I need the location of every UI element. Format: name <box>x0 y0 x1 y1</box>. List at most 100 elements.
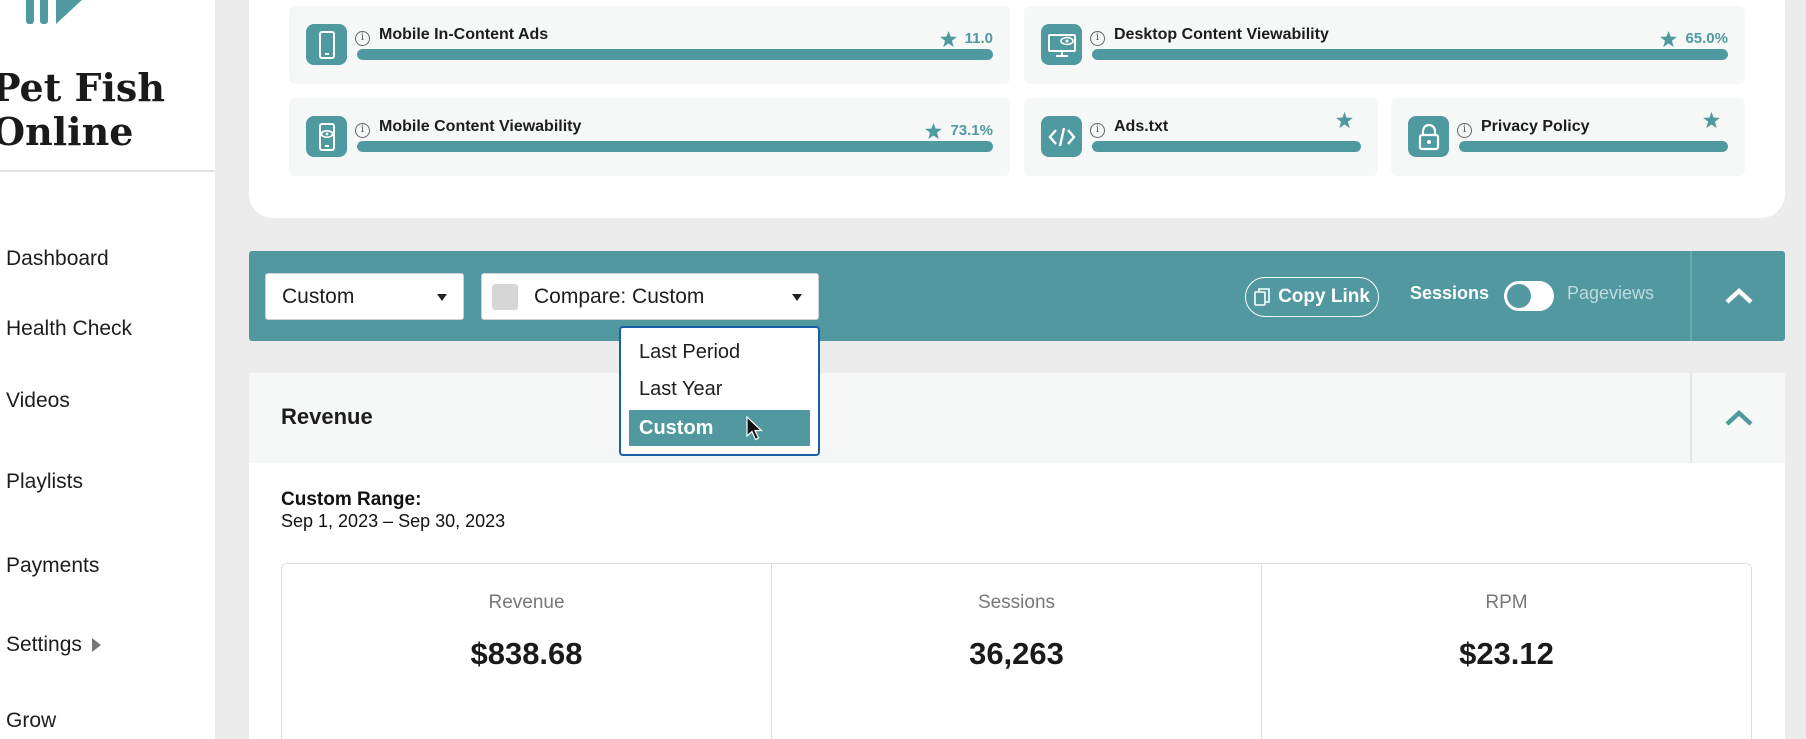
metric-label: Sessions <box>977 592 1056 613</box>
tile-title: Privacy Policy <box>1481 118 1590 135</box>
code-icon <box>1041 116 1082 157</box>
sidebar-item-dashboard[interactable]: Dashboard <box>6 247 109 271</box>
date-range-select[interactable]: Custom <box>265 273 464 320</box>
sidebar-item-playlists[interactable]: Playlists <box>6 470 83 494</box>
metric-rpm: RPM $23.12 <box>1262 564 1751 739</box>
sidebar-item-label: Dashboard <box>6 247 109 270</box>
sidebar-item-grow[interactable]: Grow <box>6 709 56 733</box>
date-range-value: Custom <box>282 284 355 308</box>
copy-link-button[interactable]: Copy Link <box>1245 277 1379 317</box>
metric-value: $838.68 <box>470 636 583 671</box>
tile-title: Desktop Content Viewability <box>1114 26 1329 43</box>
revenue-panel: Revenue Custom Range: Sep 1, 2023 – Sep … <box>249 373 1785 739</box>
lock-icon <box>1408 116 1449 157</box>
score-bar <box>1092 49 1728 60</box>
revenue-metrics: Revenue $838.68 Sessions 36,263 RPM $23.… <box>281 563 1752 739</box>
sidebar-item-health-check[interactable]: Health Check <box>6 317 132 341</box>
metric-value: $23.12 <box>1459 636 1554 671</box>
score-tile: i Ads.txt <box>1024 98 1378 176</box>
logo-icon <box>26 0 82 24</box>
sidebar-item-payments[interactable]: Payments <box>6 554 99 578</box>
sessions-pageviews-toggle[interactable] <box>1504 281 1554 311</box>
pageviews-label: Pageviews <box>1567 283 1655 303</box>
health-score-card: i Mobile In-Content Ads 11.0 i Desktop C… <box>249 0 1785 218</box>
sidebar-item-settings[interactable]: Settings <box>6 633 101 657</box>
star-icon <box>939 30 957 47</box>
score-bar-fill <box>357 141 993 152</box>
info-icon[interactable]: i <box>1090 123 1105 138</box>
score-bar <box>1459 141 1728 152</box>
score-bar-fill <box>1092 49 1728 60</box>
chevron-up-icon <box>1724 409 1753 426</box>
metric-value: 36,263 <box>969 636 1064 671</box>
revenue-header: Revenue <box>249 373 1785 463</box>
tile-score: 73.1% <box>925 122 993 139</box>
star-icon <box>1336 112 1353 128</box>
tile-score-value: 73.1% <box>950 122 993 139</box>
sidebar: Pet Fish Online Dashboard Health Check V… <box>0 0 215 739</box>
copy-link-label: Copy Link <box>1278 286 1370 307</box>
score-bar-fill <box>1092 141 1361 152</box>
metric-label: RPM <box>1485 592 1528 613</box>
sidebar-item-label: Playlists <box>6 470 84 493</box>
revenue-title: Revenue <box>281 404 373 429</box>
metric-revenue: Revenue $838.68 <box>282 564 772 739</box>
toggle-knob <box>1507 284 1531 308</box>
tile-score: 65.0% <box>1660 30 1728 47</box>
mobile-eye-icon <box>306 116 347 157</box>
sidebar-item-label: Grow <box>6 709 57 732</box>
site-name-line1: Pet Fish <box>0 65 165 110</box>
chevron-up-icon <box>1724 287 1753 304</box>
score-bar <box>357 49 993 60</box>
tile-score <box>1703 112 1728 128</box>
caret-right-icon <box>91 638 101 652</box>
metric-label: Revenue <box>488 592 565 613</box>
info-icon[interactable]: i <box>1090 31 1105 46</box>
dropdown-arrow-icon <box>437 294 447 301</box>
dropdown-option-custom[interactable]: Custom <box>629 410 810 446</box>
info-icon[interactable]: i <box>355 123 370 138</box>
score-tile: i Mobile Content Viewability 73.1% <box>289 98 1010 176</box>
compare-select[interactable]: Compare: Custom <box>481 273 819 320</box>
sidebar-item-label: Videos <box>6 389 70 412</box>
copy-icon <box>1254 288 1270 306</box>
score-bar-fill <box>357 49 993 60</box>
mobile-phone-icon <box>306 24 347 65</box>
filter-bar: Custom Compare: Custom Copy Link Session… <box>249 251 1785 341</box>
metric-sessions: Sessions 36,263 <box>772 564 1262 739</box>
tile-title: Mobile In-Content Ads <box>379 26 549 43</box>
score-bar <box>1092 141 1361 152</box>
sidebar-item-videos[interactable]: Videos <box>6 389 70 413</box>
dropdown-option-last-year[interactable]: Last Year <box>629 371 810 407</box>
star-icon <box>1660 30 1678 47</box>
tile-title: Mobile Content Viewability <box>379 118 582 135</box>
site-name: Pet Fish Online <box>0 66 165 154</box>
compare-dropdown-menu: Last Period Last Year Custom <box>619 326 820 456</box>
site-name-line2: Online <box>0 109 134 154</box>
tile-title: Ads.txt <box>1114 118 1169 135</box>
sidebar-item-label: Health Check <box>6 317 133 340</box>
collapse-revenue-button[interactable] <box>1692 373 1785 463</box>
desktop-eye-icon <box>1041 24 1082 65</box>
collapse-filter-button[interactable] <box>1692 251 1785 341</box>
tile-score <box>1336 112 1361 128</box>
dropdown-arrow-icon <box>792 294 802 301</box>
tile-score-value: 11.0 <box>964 30 993 47</box>
info-icon[interactable]: i <box>1457 123 1472 138</box>
sessions-label: Sessions <box>1410 283 1490 303</box>
sidebar-item-label: Payments <box>6 554 100 577</box>
compare-value: Compare: Custom <box>534 284 705 308</box>
dropdown-option-last-period[interactable]: Last Period <box>629 334 810 370</box>
score-bar-fill <box>1459 141 1728 152</box>
score-tile: i Desktop Content Viewability 65.0% <box>1024 6 1745 84</box>
tile-score-value: 65.0% <box>1685 30 1728 47</box>
info-icon[interactable]: i <box>355 31 370 46</box>
custom-range-value: Sep 1, 2023 – Sep 30, 2023 <box>281 511 506 531</box>
sidebar-divider <box>0 170 215 172</box>
mouse-cursor-icon <box>746 416 764 441</box>
star-icon <box>925 122 943 139</box>
custom-range-label: Custom Range: <box>281 489 422 510</box>
compare-color-swatch[interactable] <box>492 283 518 310</box>
sidebar-item-label: Settings <box>6 633 82 656</box>
score-tile: i Mobile In-Content Ads 11.0 <box>289 6 1010 84</box>
